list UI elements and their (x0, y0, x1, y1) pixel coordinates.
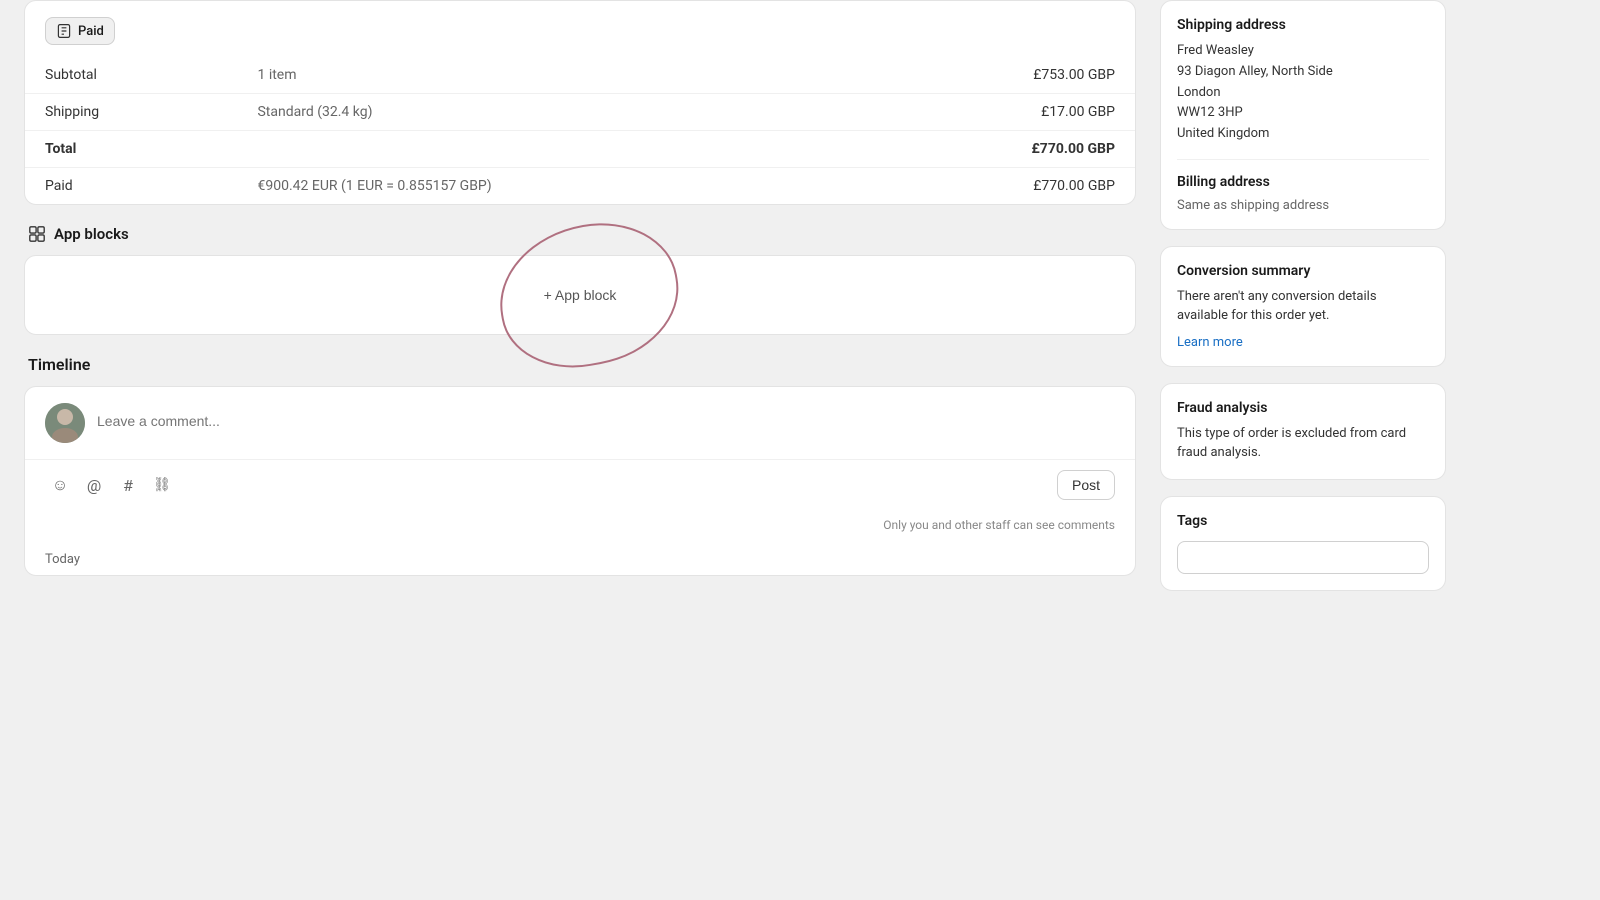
shipping-country: United Kingdom (1177, 124, 1429, 145)
comment-area (25, 387, 1135, 460)
paid-badge: Paid (45, 17, 115, 45)
emoji-icon: ☺ (52, 475, 68, 495)
app-blocks-heading: App blocks (54, 225, 129, 243)
subtotal-row: Subtotal 1 item £753.00 GBP (25, 57, 1135, 94)
receipt-icon (56, 23, 72, 39)
link-icon: ⛓ (153, 477, 171, 493)
shipping-street: 93 Diagon Alley, North Side (1177, 62, 1429, 83)
tags-card: Tags (1160, 496, 1446, 591)
fraud-analysis-card: Fraud analysis This type of order is exc… (1160, 383, 1446, 480)
billing-section: Billing address Same as shipping address (1177, 159, 1429, 213)
order-table: Subtotal 1 item £753.00 GBP Shipping Sta… (25, 57, 1135, 204)
app-blocks-section: App blocks + App block (24, 225, 1136, 335)
total-amount: £770.00 GBP (856, 131, 1135, 168)
subtotal-desc: 1 item (237, 57, 856, 94)
fraud-text: This type of order is excluded from card… (1177, 424, 1429, 463)
avatar-image (45, 403, 85, 443)
timeline-heading: Timeline (24, 355, 1136, 374)
conversion-summary-card: Conversion summary There aren't any conv… (1160, 246, 1446, 367)
sidebar-column: Shipping address Fred Weasley 93 Diagon … (1160, 0, 1470, 900)
app-block-card: + App block (24, 255, 1136, 335)
subtotal-amount: £753.00 GBP (856, 57, 1135, 94)
hashtag-icon: # (123, 476, 133, 495)
comment-toolbar: ☺ @ # ⛓ Post (25, 460, 1135, 510)
post-button[interactable]: Post (1057, 470, 1115, 500)
total-label: Total (25, 131, 237, 168)
hashtag-button[interactable]: # (113, 470, 143, 500)
tags-input[interactable] (1177, 541, 1429, 574)
add-app-block-label: + App block (544, 287, 617, 303)
today-label: Today (25, 544, 1135, 575)
shipping-postal: WW12 3HP (1177, 103, 1429, 124)
paid-label: Paid (25, 168, 237, 205)
link-button[interactable]: ⛓ (147, 470, 177, 500)
comment-input[interactable] (97, 403, 1115, 429)
paid-badge-label: Paid (78, 24, 104, 39)
shipping-amount: £17.00 GBP (856, 94, 1135, 131)
app-blocks-icon (28, 225, 46, 243)
app-blocks-title: App blocks (24, 225, 1136, 243)
conversion-title: Conversion summary (1177, 263, 1429, 279)
paid-row: Paid €900.42 EUR (1 EUR = 0.855157 GBP) … (25, 168, 1135, 205)
avatar (45, 403, 85, 443)
shipping-name: Fred Weasley (1177, 41, 1429, 62)
timeline-card: ☺ @ # ⛓ Post Only you and other staff ca… (24, 386, 1136, 576)
paid-amount: £770.00 GBP (856, 168, 1135, 205)
page-layout: Paid Subtotal 1 item £753.00 GBP Shippin… (0, 0, 1600, 900)
payment-card: Paid Subtotal 1 item £753.00 GBP Shippin… (24, 0, 1136, 205)
learn-more-link[interactable]: Learn more (1177, 335, 1243, 350)
paid-desc: €900.42 EUR (1 EUR = 0.855157 GBP) (237, 168, 856, 205)
staff-note: Only you and other staff can see comment… (25, 510, 1135, 544)
main-column: Paid Subtotal 1 item £753.00 GBP Shippin… (0, 0, 1160, 900)
shipping-desc: Standard (32.4 kg) (237, 94, 856, 131)
shipping-row: Shipping Standard (32.4 kg) £17.00 GBP (25, 94, 1135, 131)
subtotal-label: Subtotal (25, 57, 237, 94)
add-app-block-button[interactable]: + App block (544, 287, 617, 303)
tags-title: Tags (1177, 513, 1429, 529)
conversion-text: There aren't any conversion details avai… (1177, 287, 1429, 326)
total-row: Total £770.00 GBP (25, 131, 1135, 168)
fraud-title: Fraud analysis (1177, 400, 1429, 416)
shipping-label: Shipping (25, 94, 237, 131)
billing-address-title: Billing address (1177, 174, 1429, 190)
mention-button[interactable]: @ (79, 470, 109, 500)
shipping-city: London (1177, 83, 1429, 104)
emoji-button[interactable]: ☺ (45, 470, 75, 500)
billing-same-note: Same as shipping address (1177, 198, 1429, 213)
shipping-address-title: Shipping address (1177, 17, 1429, 33)
address-card: Shipping address Fred Weasley 93 Diagon … (1160, 0, 1446, 230)
mention-icon: @ (87, 476, 101, 495)
timeline-section: Timeline ☺ (24, 355, 1136, 576)
